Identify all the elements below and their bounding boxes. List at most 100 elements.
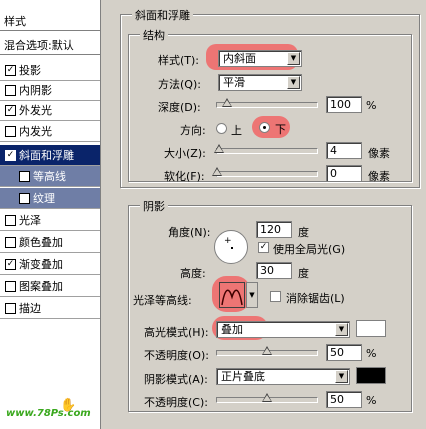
depth-input[interactable]: 100 — [326, 96, 362, 113]
global-light-label: 使用全局光(G) — [273, 243, 346, 256]
crosshair-icon: + — [224, 236, 232, 246]
highlight-mode-select[interactable]: 叠加 ▼ — [216, 321, 350, 338]
altitude-unit: 度 — [298, 267, 309, 280]
highlight-opacity-label: 不透明度(O): — [144, 349, 209, 362]
style-item-0[interactable]: ✓ 投影 — [0, 60, 100, 81]
anti-alias-checkbox[interactable] — [270, 291, 281, 302]
depth-unit: % — [366, 99, 377, 112]
style-label: 样式(T): — [158, 54, 200, 67]
blending-options-item[interactable]: 混合选项:默认 — [0, 36, 100, 55]
size-slider[interactable] — [214, 144, 318, 154]
direction-down-radio[interactable] — [259, 122, 270, 133]
method-select[interactable]: 平滑 ▼ — [218, 74, 302, 91]
shadow-opacity-thumb[interactable] — [262, 393, 272, 402]
style-item-3[interactable]: 内发光 — [0, 121, 100, 142]
chevron-down-icon[interactable]: ▼ — [287, 76, 300, 89]
style-item-4[interactable]: ✓ 斜面和浮雕 — [0, 145, 100, 166]
altitude-label: 高度: — [180, 267, 206, 280]
shadow-mode-select[interactable]: 正片叠底 ▼ — [216, 368, 350, 385]
shadow-mode-value: 正片叠底 — [221, 370, 265, 383]
shadow-color-swatch[interactable] — [356, 367, 386, 384]
global-light-checkbox[interactable]: ✓ — [258, 242, 269, 253]
style-item-6[interactable]: 纹理 — [0, 188, 100, 209]
style-item-label: 内发光 — [19, 125, 52, 138]
style-item-checkbox[interactable] — [5, 281, 16, 292]
style-item-10[interactable]: 图案叠加 — [0, 276, 100, 297]
highlight-opacity-input[interactable]: 50 — [326, 344, 362, 361]
chevron-down-icon[interactable]: ▼ — [335, 370, 348, 383]
style-select[interactable]: 内斜面 ▼ — [218, 50, 302, 67]
style-item-checkbox[interactable] — [5, 215, 16, 226]
style-item-label: 斜面和浮雕 — [19, 149, 74, 162]
style-item-checkbox[interactable] — [5, 303, 16, 314]
style-item-5[interactable]: 等高线 — [0, 166, 100, 187]
style-item-7[interactable]: 光泽 — [0, 210, 100, 231]
chevron-down-icon[interactable]: ▼ — [335, 323, 348, 336]
style-select-value: 内斜面 — [223, 52, 256, 65]
direction-up-label: 上 — [231, 124, 242, 137]
direction-up-radio[interactable] — [216, 123, 227, 134]
angle-input[interactable]: 120 — [256, 221, 292, 238]
size-unit: 像素 — [368, 147, 390, 160]
style-item-11[interactable]: 描边 — [0, 298, 100, 319]
highlight-opacity-unit: % — [366, 347, 377, 360]
depth-label: 深度(D): — [158, 101, 201, 114]
size-input[interactable]: 4 — [326, 142, 362, 159]
style-item-8[interactable]: 颜色叠加 — [0, 232, 100, 253]
style-item-label: 颜色叠加 — [19, 236, 63, 249]
style-item-checkbox[interactable] — [5, 126, 16, 137]
style-item-label: 渐变叠加 — [19, 258, 63, 271]
depth-slider[interactable] — [216, 98, 318, 108]
depth-slider-thumb[interactable] — [222, 98, 232, 107]
style-item-checkbox[interactable] — [19, 171, 30, 182]
size-label: 大小(Z): — [164, 147, 206, 160]
style-item-checkbox[interactable] — [19, 193, 30, 204]
style-item-checkbox[interactable]: ✓ — [5, 65, 16, 76]
style-item-checkbox[interactable] — [5, 85, 16, 96]
style-item-label: 图案叠加 — [19, 280, 63, 293]
shadow-mode-label: 阴影模式(A): — [144, 373, 208, 386]
chevron-down-icon: ▼ — [249, 291, 255, 299]
angle-unit: 度 — [298, 226, 309, 239]
style-item-label: 外发光 — [19, 104, 52, 117]
style-item-1[interactable]: 内阴影 — [0, 80, 100, 101]
highlight-opacity-thumb[interactable] — [262, 346, 272, 355]
style-item-checkbox[interactable]: ✓ — [5, 259, 16, 270]
structure-title: 结构 — [140, 27, 168, 43]
styles-header: 样式 — [0, 12, 100, 31]
style-item-checkbox[interactable] — [5, 237, 16, 248]
gloss-contour-picker[interactable] — [219, 282, 245, 308]
angle-dial[interactable]: + — [214, 230, 248, 264]
angle-dial-center — [231, 247, 233, 249]
style-item-label: 纹理 — [33, 192, 55, 205]
shadow-opacity-unit: % — [366, 394, 377, 407]
contour-curve-icon — [221, 289, 243, 306]
highlight-mode-value: 叠加 — [221, 323, 243, 336]
shadow-opacity-input[interactable]: 50 — [326, 391, 362, 408]
altitude-input[interactable]: 30 — [256, 262, 292, 279]
style-item-9[interactable]: ✓ 渐变叠加 — [0, 254, 100, 275]
soften-slider-thumb[interactable] — [212, 167, 222, 176]
angle-label: 角度(N): — [168, 226, 211, 239]
direction-down-label: 下 — [275, 123, 286, 136]
direction-label: 方向: — [180, 124, 206, 137]
bevel-title: 斜面和浮雕 — [132, 7, 193, 23]
highlight-color-swatch[interactable] — [356, 320, 386, 337]
style-item-label: 光泽 — [19, 214, 41, 227]
soften-input[interactable]: 0 — [326, 165, 362, 182]
anti-alias-label: 消除锯齿(L) — [286, 292, 345, 305]
shading-title: 阴影 — [140, 198, 168, 214]
shadow-opacity-slider[interactable] — [216, 393, 318, 403]
contour-dropdown-arrow[interactable]: ▼ — [246, 282, 258, 308]
soften-label: 软化(F): — [164, 170, 205, 183]
chevron-down-icon[interactable]: ▼ — [287, 52, 300, 65]
soften-slider[interactable] — [212, 167, 318, 177]
styles-panel: 样式 混合选项:默认 ✓ 投影 内阴影 ✓ 外发光 内发光 ✓ 斜面和浮雕 等高线 纹理 光泽 颜色叠… — [0, 0, 101, 429]
style-item-checkbox[interactable]: ✓ — [5, 150, 16, 161]
highlight-opacity-slider[interactable] — [216, 346, 318, 356]
soften-unit: 像素 — [368, 170, 390, 183]
size-slider-thumb[interactable] — [214, 144, 224, 153]
highlight-mode-label: 高光模式(H): — [144, 326, 209, 339]
style-item-2[interactable]: ✓ 外发光 — [0, 100, 100, 121]
style-item-checkbox[interactable]: ✓ — [5, 105, 16, 116]
